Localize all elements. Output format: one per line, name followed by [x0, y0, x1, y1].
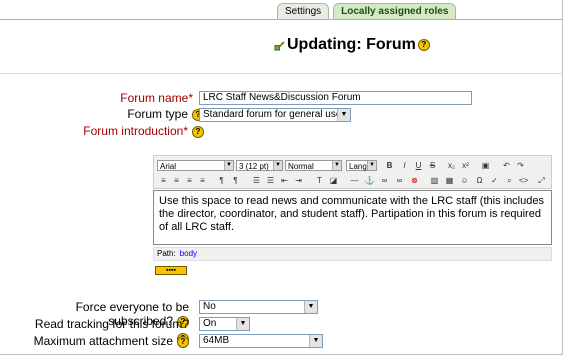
chevron-down-icon: ▼ [224, 161, 233, 170]
font-family-value: Arial [160, 162, 177, 171]
font-size-select[interactable]: 3 (12 pt) ▼ [236, 160, 283, 171]
italic-icon[interactable]: I [399, 160, 410, 171]
search-replace-icon[interactable]: ⌕ [504, 175, 515, 186]
lang-select[interactable]: Lang ▼ [346, 160, 377, 171]
chevron-down-icon: ▼ [304, 301, 317, 313]
redo-icon[interactable]: ↷ [515, 160, 526, 171]
bg-color-icon[interactable]: ◪ [328, 175, 339, 186]
link-icon[interactable]: ∞ [379, 175, 390, 186]
html-source-icon[interactable]: <> [518, 175, 529, 186]
font-family-select[interactable]: Arial ▼ [157, 160, 234, 171]
nolink-icon[interactable]: ⊗ [409, 175, 420, 186]
forum-type-value: Standard forum for general use [203, 109, 342, 120]
forum-intro-label-row: Forum introduction*? [60, 124, 204, 138]
help-icon[interactable]: ? [192, 125, 204, 138]
chevron-down-icon: ▼ [236, 318, 249, 330]
rtl-icon[interactable]: ¶ [230, 175, 241, 186]
edit-icon [274, 40, 285, 51]
smiley-icon[interactable]: ☺ [459, 175, 470, 186]
horizontal-rule-icon[interactable]: — [349, 175, 360, 186]
spellcheck-icon[interactable]: ✓ [489, 175, 500, 186]
image-icon[interactable]: ▨ [429, 175, 440, 186]
clean-word-icon[interactable]: ▣ [480, 160, 491, 171]
unlink-icon[interactable]: ∞ [394, 175, 405, 186]
undo-icon[interactable]: ↶ [501, 160, 512, 171]
unordered-list-icon[interactable]: ☰ [265, 175, 276, 186]
forum-type-label-row: Forum type? [90, 107, 204, 121]
lang-value: Lang [349, 162, 367, 171]
tab-bar: Settings Locally assigned roles [277, 3, 457, 19]
header-divider [0, 73, 563, 74]
keyboard-shortcuts-help-icon[interactable]: ▪▪▪▪ [155, 266, 187, 275]
chevron-down-icon: ▼ [332, 161, 341, 170]
indent-icon[interactable]: ⇥ [293, 175, 304, 186]
forum-name-input[interactable]: LRC Staff News&Discussion Forum [199, 91, 472, 105]
align-justify-icon[interactable]: ≡ [197, 175, 208, 186]
help-icon[interactable]: ? [177, 335, 189, 348]
subscript-icon[interactable]: x₂ [446, 160, 457, 171]
chevron-down-icon: ▼ [337, 109, 350, 121]
editor-path-bar: Path: body [153, 247, 552, 261]
strikethrough-icon[interactable]: S [427, 160, 438, 171]
format-select[interactable]: Normal ▼ [285, 160, 342, 171]
help-icon[interactable]: ? [417, 39, 430, 51]
bold-icon[interactable]: B [384, 160, 395, 171]
page-title-text: Updating: Forum [287, 36, 416, 53]
tab-divider [0, 19, 563, 20]
page-title: Updating: Forum ? [274, 36, 430, 54]
read-tracking-value: On [203, 318, 217, 329]
forum-type-label: Forum type [127, 107, 188, 121]
path-label: Path: [157, 249, 176, 258]
format-value: Normal [288, 162, 314, 171]
special-char-icon[interactable]: Ω [474, 175, 485, 186]
tab-locally-assigned-roles[interactable]: Locally assigned roles [333, 3, 457, 19]
align-left-icon[interactable]: ≡ [158, 175, 169, 186]
chevron-down-icon: ▼ [309, 335, 322, 347]
anchor-icon[interactable]: ⚓ [364, 175, 375, 186]
read-tracking-label: Read tracking for this forum? [34, 317, 189, 331]
font-size-value: 3 (12 pt) [239, 162, 269, 171]
attachment-size-value: 64MB [203, 335, 230, 346]
ltr-icon[interactable]: ¶ [216, 175, 227, 186]
path-body-link[interactable]: body [180, 249, 197, 258]
html-editor: Arial ▼ 3 (12 pt) ▼ Normal ▼ Lang ▼ B I … [153, 155, 552, 264]
force-subscribe-select[interactable]: No ▼ [199, 300, 318, 314]
attachment-size-label: Maximum attachment size [33, 334, 173, 348]
forum-type-select[interactable]: Standard forum for general use ▼ [199, 108, 351, 122]
editor-toolbar: Arial ▼ 3 (12 pt) ▼ Normal ▼ Lang ▼ B I … [153, 155, 552, 189]
attachment-size-label-row: Maximum attachment size? [20, 334, 189, 348]
editor-content-area[interactable]: Use this space to read news and communic… [153, 190, 552, 245]
superscript-icon[interactable]: x² [460, 160, 471, 171]
attachment-size-select[interactable]: 64MB ▼ [199, 334, 323, 348]
underline-icon[interactable]: U [413, 160, 424, 171]
align-right-icon[interactable]: ≡ [184, 175, 195, 186]
fullscreen-icon[interactable]: ⤢ [536, 175, 547, 186]
outdent-icon[interactable]: ⇤ [279, 175, 290, 186]
table-icon[interactable]: ▦ [444, 175, 455, 186]
text-color-icon[interactable]: T [314, 175, 325, 186]
read-tracking-select[interactable]: On ▼ [199, 317, 250, 331]
tab-settings[interactable]: Settings [277, 3, 330, 19]
chevron-down-icon: ▼ [367, 161, 376, 170]
align-center-icon[interactable]: ≡ [171, 175, 182, 186]
chevron-down-icon: ▼ [273, 161, 282, 170]
forum-name-label: Forum name* [120, 91, 193, 105]
force-subscribe-value: No [203, 301, 216, 312]
ordered-list-icon[interactable]: ☰ [251, 175, 262, 186]
forum-intro-label: Forum introduction* [83, 124, 188, 138]
